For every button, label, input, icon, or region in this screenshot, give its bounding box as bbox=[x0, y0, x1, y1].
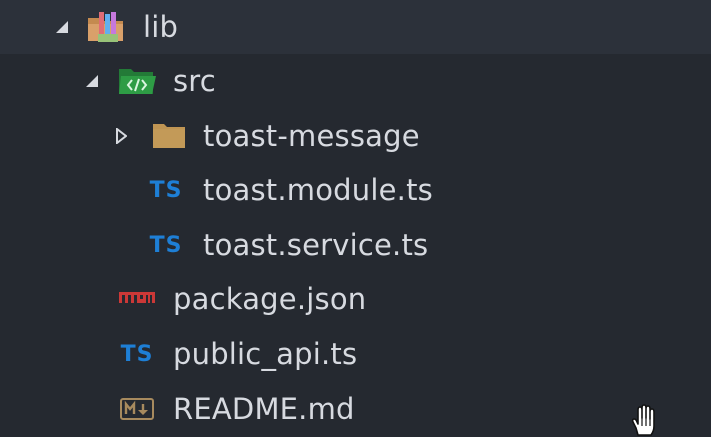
hand-cursor-icon bbox=[630, 404, 658, 437]
tree-item-label: toast.module.ts bbox=[203, 173, 433, 207]
tree-item-label: src bbox=[173, 64, 216, 98]
caret-expanded-icon[interactable] bbox=[52, 0, 72, 54]
folder-icon bbox=[149, 109, 189, 163]
tree-item-lib[interactable]: lib bbox=[0, 0, 711, 54]
tree-item-label: public_api.ts bbox=[173, 337, 358, 371]
tree-item-toast-service-ts[interactable]: TS toast.service.ts bbox=[0, 218, 711, 272]
tree-item-label: README.md bbox=[173, 392, 355, 426]
file-explorer-tree: lib src toast-message TS toast.module.ts… bbox=[0, 0, 711, 437]
caret-expanded-icon[interactable] bbox=[82, 54, 102, 108]
tree-item-readme-md[interactable]: README.md bbox=[0, 382, 711, 436]
tree-item-label: package.json bbox=[173, 282, 367, 316]
tree-item-toast-module-ts[interactable]: TS toast.module.ts bbox=[0, 163, 711, 217]
typescript-icon: TS bbox=[149, 177, 183, 203]
tree-item-label: toast.service.ts bbox=[203, 228, 429, 262]
library-folder-icon bbox=[86, 0, 126, 54]
caret-collapsed-icon[interactable] bbox=[111, 109, 131, 163]
source-folder-icon bbox=[117, 54, 157, 108]
tree-item-label: toast-message bbox=[203, 119, 420, 153]
tree-item-package-json[interactable]: package.json bbox=[0, 272, 711, 326]
tree-item-public-api-ts[interactable]: TS public_api.ts bbox=[0, 327, 711, 381]
tree-item-src[interactable]: src bbox=[0, 54, 711, 108]
tree-item-toast-message[interactable]: toast-message bbox=[0, 109, 711, 163]
npm-icon bbox=[117, 272, 157, 326]
tree-item-label: lib bbox=[143, 10, 179, 44]
markdown-icon bbox=[117, 382, 157, 436]
typescript-icon: TS bbox=[149, 232, 183, 258]
typescript-icon: TS bbox=[120, 341, 154, 367]
